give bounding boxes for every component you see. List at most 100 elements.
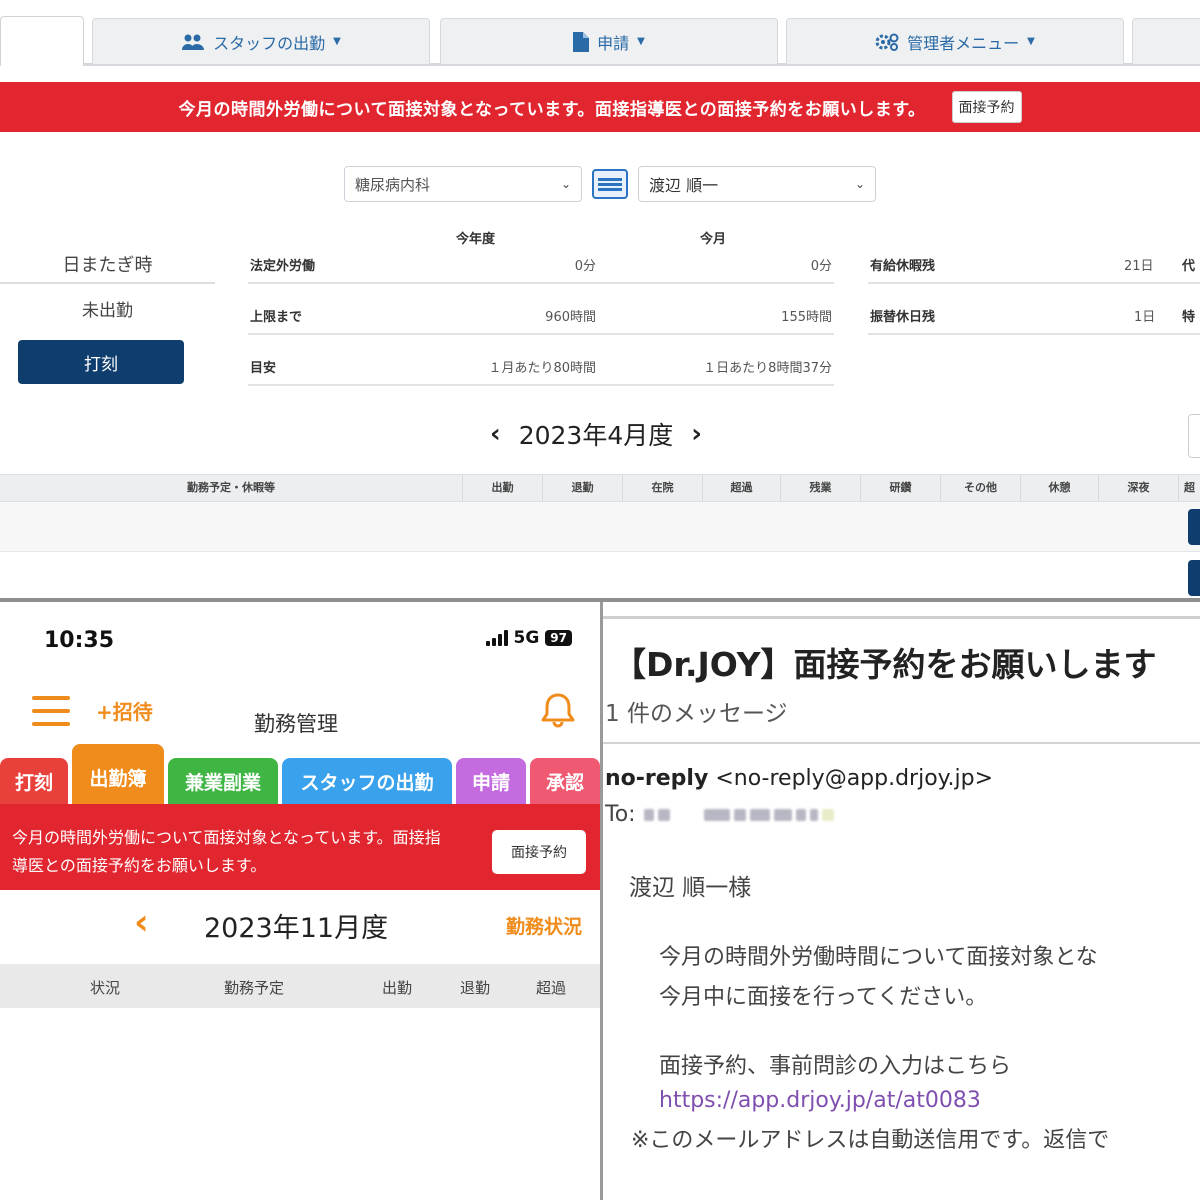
body-line: 面接予約、事前問診の入力はこちら <box>659 1054 1012 1079</box>
tab-approval[interactable]: 承認 <box>530 758 600 804</box>
tab-side-job[interactable]: 兼業副業 <box>168 758 278 804</box>
stats-label: 上限まで <box>250 310 303 325</box>
leave-row: 有給休暇残 21日 代 <box>868 234 1200 284</box>
document-icon <box>573 31 590 52</box>
nav-tab-staff-attendance[interactable]: スタッフの出勤 ▼ <box>92 18 430 64</box>
toolbar-button[interactable] <box>1188 414 1200 458</box>
tab-application[interactable]: 申請 <box>456 758 526 804</box>
col-header: その他 <box>940 475 1020 501</box>
row-action-button[interactable] <box>1188 560 1200 596</box>
to-label: To: <box>605 802 636 827</box>
leave-label-cut: 特 <box>1182 310 1196 325</box>
interview-booking-button[interactable]: 面接予約 <box>951 91 1022 123</box>
nav-tab-admin-menu[interactable]: 管理者メニュー ▼ <box>786 18 1124 64</box>
chevron-down-icon: ⌄ <box>854 177 865 191</box>
leave-value: 1日 <box>1134 310 1156 325</box>
stats-month-value: １日あたり8時間37分 <box>703 361 832 376</box>
col-header: 退勤 <box>542 475 622 501</box>
stats-label: 法定外労働 <box>250 259 316 274</box>
menu-icon[interactable] <box>32 696 70 726</box>
col-header: 超 <box>1178 475 1200 501</box>
nav-tab-more[interactable] <box>1132 18 1200 64</box>
col-header: 出勤 <box>462 475 542 501</box>
nav-tab-label: 管理者メニュー <box>907 33 1020 53</box>
caret-down-icon: ▼ <box>637 36 645 47</box>
network-label: 5G <box>513 628 540 648</box>
work-status-link[interactable]: 勤務状況 <box>506 912 582 939</box>
month-navigator: ‹ 2023年11月度 勤務状況 <box>0 898 600 954</box>
tab-stamp[interactable]: 打刻 <box>0 758 68 804</box>
users-icon <box>182 34 205 50</box>
col-header: 勤務予定・休暇等 <box>187 481 275 494</box>
app-header: +招待 勤務管理 <box>0 682 600 742</box>
nav-tab-home[interactable] <box>0 16 84 66</box>
stamp-panel: 日またぎ時 未出勤 打刻 <box>0 248 215 384</box>
tab-staff-attendance[interactable]: スタッフの出勤 <box>282 758 452 804</box>
not-clocked-status: 未出勤 <box>82 301 133 321</box>
leave-label: 有給休暇残 <box>870 259 936 274</box>
desktop-screen: スタッフの出勤 ▼ 申請 ▼ 管理者メニュー ▼ 今月の時間外労働について面接対… <box>0 0 1200 598</box>
caret-down-icon: ▼ <box>1027 36 1035 47</box>
interview-booking-button[interactable]: 面接予約 <box>492 830 586 874</box>
col-header: 勤務予定 <box>224 979 285 997</box>
battery-icon: 97 <box>545 630 572 646</box>
month-navigator: ‹ 2023年4月度 › <box>490 416 702 452</box>
list-view-icon[interactable] <box>592 169 628 199</box>
bell-icon[interactable] <box>538 690 578 730</box>
top-nav: スタッフの出勤 ▼ 申請 ▼ 管理者メニュー ▼ <box>0 0 1200 66</box>
stamp-button[interactable]: 打刻 <box>18 340 184 384</box>
prev-month-button[interactable]: ‹ <box>134 902 149 943</box>
stats-month-value: 155時間 <box>781 310 832 325</box>
col-header: 休憩 <box>1020 475 1098 501</box>
stats-row: 目安 １月あたり80時間 １日あたり8時間37分 <box>248 336 834 386</box>
interview-alert-banner: 今月の時間外労働について面接対象となっています。面接指導医との面接予約をお願いし… <box>0 804 600 890</box>
signal-icon <box>485 630 508 646</box>
department-select[interactable]: 糖尿病内科 ⌄ <box>344 166 582 202</box>
email-from: no-reply <no-reply@app.drjoy.jp> <box>605 766 993 791</box>
tab-attendance-book[interactable]: 出勤簿 <box>72 744 164 804</box>
body-text: 今月の時間外労働時間について面接対象とな 今月中に面接を行ってください。 <box>659 938 1098 1018</box>
table-row[interactable] <box>0 502 1200 552</box>
col-header: 超過 <box>702 475 780 501</box>
prev-month-button[interactable]: ‹ <box>490 419 501 449</box>
col-header: 状況 <box>90 979 121 997</box>
department-select-value: 糖尿病内科 <box>355 175 431 194</box>
alert-message: 今月の時間外労働について面接対象となっています。面接指導医との面接予約をお願いし… <box>12 828 441 875</box>
col-header: 残業 <box>780 475 860 501</box>
booking-link[interactable]: https://app.drjoy.jp/at/at0083 <box>659 1088 981 1113</box>
redacted-recipient <box>643 808 834 821</box>
stats-year-value: １月あたり80時間 <box>488 361 596 376</box>
gears-icon <box>875 33 899 51</box>
sender-name: no-reply <box>605 766 709 791</box>
col-header: 研鑽 <box>860 475 940 501</box>
overnight-label: 日またぎ時 <box>0 248 215 284</box>
body-line: 今月中に面接を行ってください。 <box>659 985 988 1010</box>
stats-row: 上限まで 960時間 155時間 <box>248 285 834 335</box>
col-header: 退勤 <box>460 979 491 997</box>
interview-alert-banner: 今月の時間外労働について面接対象となっています。面接指導医との面接予約をお願いし… <box>0 82 1200 132</box>
nav-tab-application[interactable]: 申請 ▼ <box>440 18 778 64</box>
divider <box>603 616 1200 619</box>
caret-down-icon: ▼ <box>333 36 341 47</box>
body-line: 今月の時間外労働時間について面接対象とな <box>659 945 1098 970</box>
table-row[interactable] <box>0 553 1200 598</box>
month-label: 2023年4月度 <box>518 421 674 450</box>
status-bar: 10:35 5G 97 <box>0 602 600 672</box>
nav-tab-label: 申請 <box>597 33 630 53</box>
col-header: 在院 <box>622 475 702 501</box>
alert-message: 今月の時間外労働について面接対象となっています。面接指導医との面接予約をお願いし… <box>178 99 926 120</box>
attendance-table-header: 状況 勤務予定 出勤 退勤 超過 <box>0 964 600 1008</box>
page-title: 勤務管理 <box>254 712 338 736</box>
mobile-screen: 10:35 5G 97 +招待 勤務管理 打刻 出勤簿 兼業副業 スタッフの出勤… <box>0 602 600 1200</box>
person-select[interactable]: 渡辺 順一 ⌄ <box>638 166 876 202</box>
row-action-button[interactable] <box>1188 509 1200 545</box>
stats-year-value: 960時間 <box>545 310 596 325</box>
clock: 10:35 <box>44 628 115 653</box>
month-label: 2023年11月度 <box>204 913 389 944</box>
sender-address: <no-reply@app.drjoy.jp> <box>715 766 994 791</box>
stats-row: 法定外労働 0分 0分 <box>248 234 834 284</box>
next-month-button[interactable]: › <box>691 419 702 449</box>
invite-button[interactable]: +招待 <box>96 696 153 725</box>
leave-label-cut: 代 <box>1182 259 1196 274</box>
col-header: 出勤 <box>382 979 413 997</box>
